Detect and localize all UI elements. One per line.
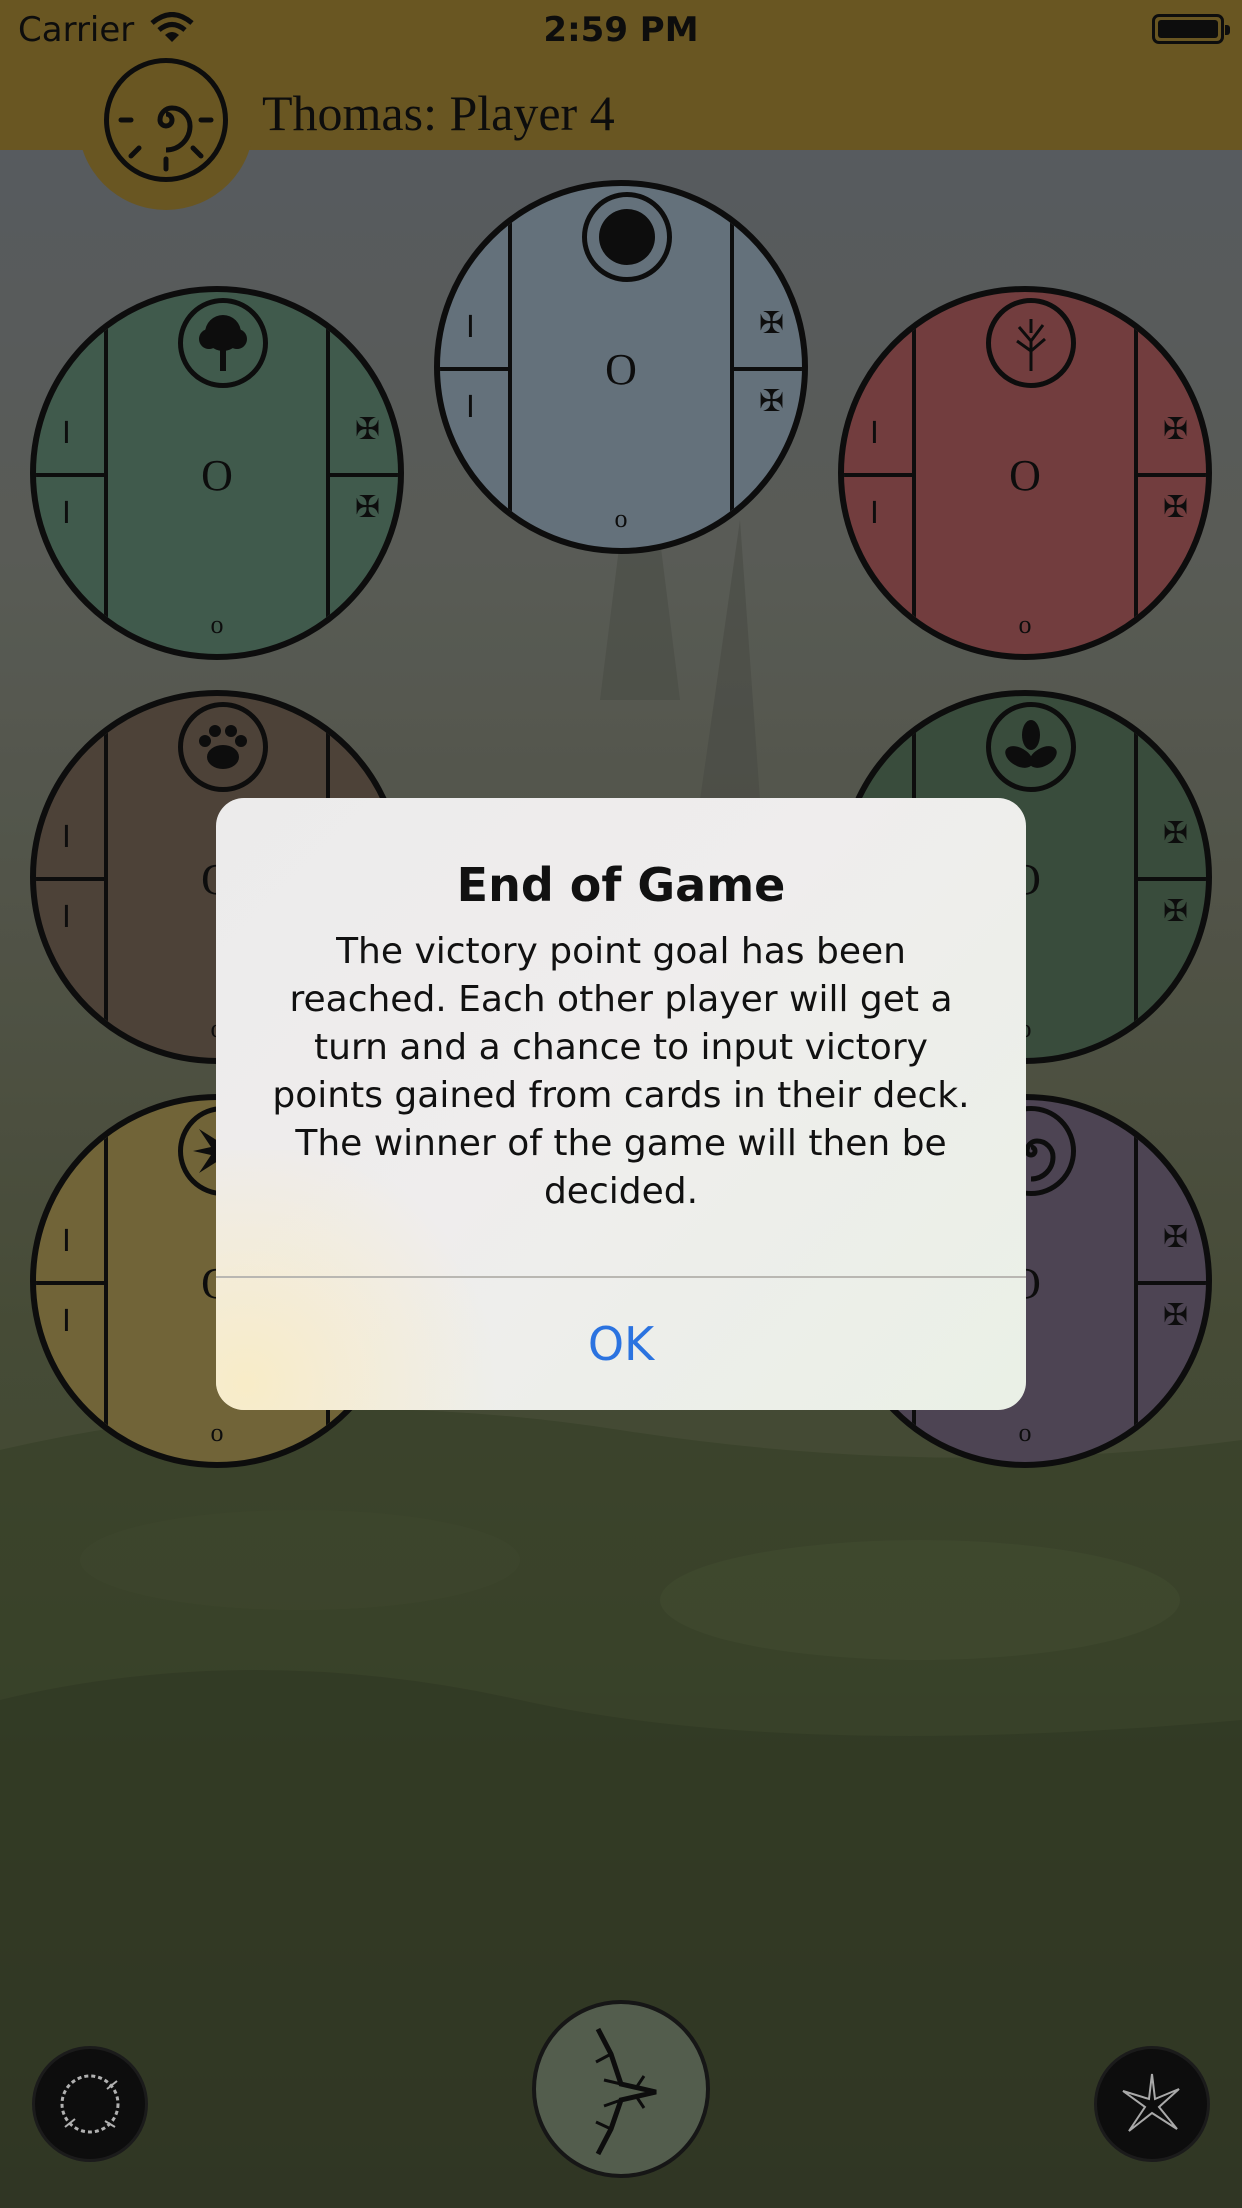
end-of-game-alert: End of Game The victory point goal has b…: [216, 798, 1026, 1410]
alert-title: End of Game: [456, 858, 786, 912]
alert-message: The victory point goal has been reached.…: [272, 931, 970, 1212]
ok-button[interactable]: OK: [216, 1278, 1026, 1410]
